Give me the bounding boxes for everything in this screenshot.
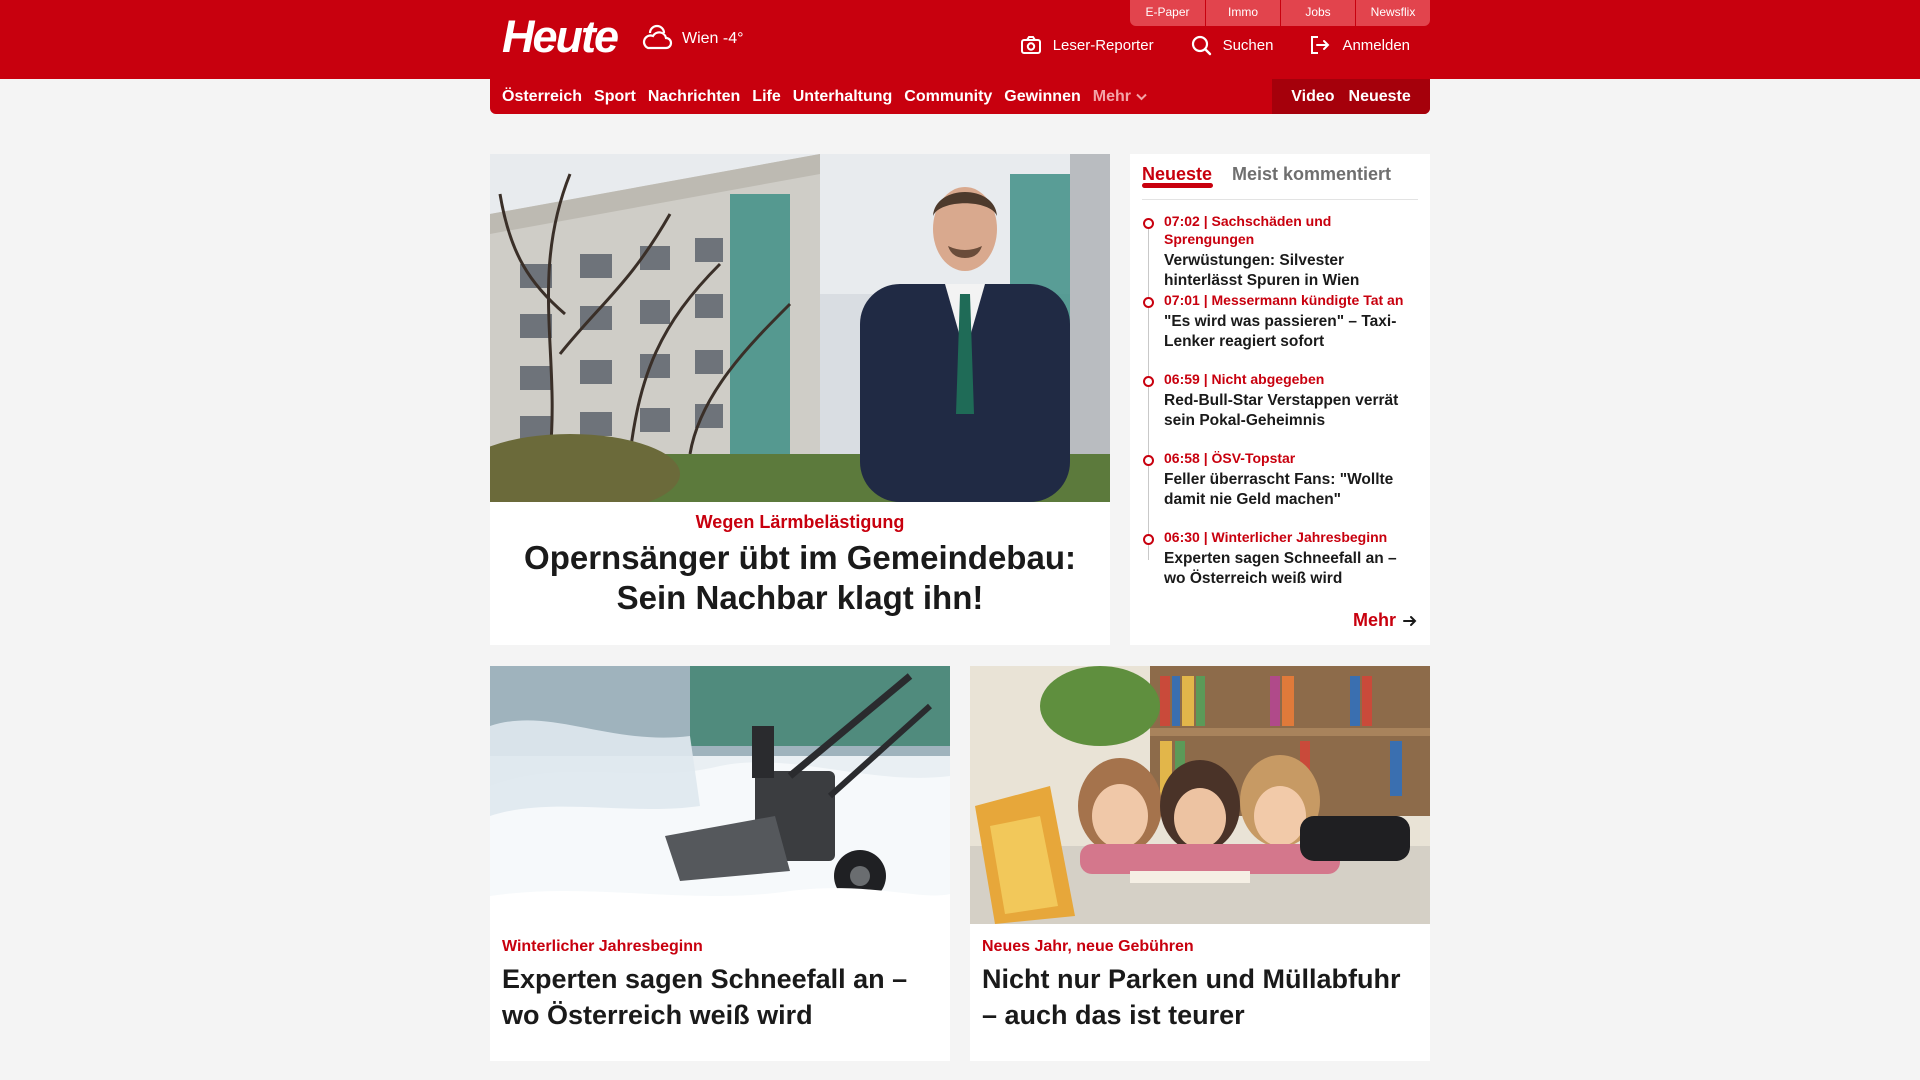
nav-video[interactable]: Video xyxy=(1291,88,1334,106)
nav-item-community[interactable]: Community xyxy=(904,88,992,106)
chevron-down-icon xyxy=(1136,93,1147,100)
list-item[interactable]: 07:01 | Messermann kündigte Tat an "Es w… xyxy=(1142,291,1418,370)
card-kicker: Winterlicher Jahresbeginn xyxy=(502,938,703,955)
tab-neueste-label: Neueste xyxy=(1142,164,1213,184)
list-item[interactable]: 06:30 | Winterlicher Jahresbeginn Expert… xyxy=(1142,528,1418,607)
item-title[interactable]: Red-Bull-Star Verstappen verrät sein Pok… xyxy=(1164,391,1418,431)
sidebar-tabs: Neueste Meist kommentiert xyxy=(1142,154,1418,200)
item-title[interactable]: "Es wird was passieren" – Taxi-Lenker re… xyxy=(1164,312,1418,352)
header-actions: Leser-Reporter Suchen Anmelden xyxy=(1020,34,1410,56)
item-meta: 06:59 | Nicht abgegeben xyxy=(1164,371,1325,387)
nav-item-nachrichten[interactable]: Nachrichten xyxy=(648,88,740,106)
login-icon xyxy=(1311,36,1330,54)
item-title[interactable]: Feller überrascht Fans: "Wollte damit ni… xyxy=(1164,470,1418,510)
item-meta: 07:02 | Sachschäden und Sprengungen xyxy=(1164,213,1332,247)
article-card-snow[interactable]: Winterlicher Jahresbeginn Experten sagen… xyxy=(490,666,950,1061)
hero-kicker: Wegen Lärmbelästigung xyxy=(695,512,905,532)
news-feed: 07:02 | Sachschäden und Sprengungen Verw… xyxy=(1142,212,1418,607)
nav-item-gewinnen[interactable]: Gewinnen xyxy=(1004,88,1080,106)
search-button[interactable]: Suchen xyxy=(1190,34,1274,56)
top-link-newsflix[interactable]: Newsflix xyxy=(1355,0,1430,26)
search-label: Suchen xyxy=(1222,36,1274,54)
active-tab-indicator xyxy=(1142,183,1213,188)
card-headline[interactable]: Nicht nur Parken und Müllabfuhr – auch d… xyxy=(982,961,1422,1033)
timeline-dot-icon xyxy=(1143,218,1154,229)
login-label: Anmelden xyxy=(1342,36,1410,54)
nav-latest[interactable]: Neueste xyxy=(1349,88,1411,106)
arrow-right-icon xyxy=(1403,615,1417,626)
article-card-fees[interactable]: Neues Jahr, neue Gebühren Nicht nur Park… xyxy=(970,666,1430,1061)
top-link-jobs[interactable]: Jobs xyxy=(1280,0,1355,26)
leser-reporter-button[interactable]: Leser-Reporter xyxy=(1020,34,1154,56)
latest-news-sidebar: Neueste Meist kommentiert 07:02 | Sachsc… xyxy=(1130,154,1430,645)
search-icon xyxy=(1191,35,1211,56)
timeline-dot-icon xyxy=(1143,297,1154,308)
hero-image[interactable] xyxy=(490,154,1110,502)
item-meta: 06:58 | ÖSV-Topstar xyxy=(1164,450,1296,466)
weather-widget[interactable]: Wien -4° xyxy=(640,24,744,54)
sidebar-more-label: Mehr xyxy=(1352,610,1396,630)
children-reading-image[interactable] xyxy=(970,666,1430,924)
nav-item-sport[interactable]: Sport xyxy=(594,88,636,106)
list-item[interactable]: 07:02 | Sachschäden und Sprengungen Verw… xyxy=(1142,212,1418,291)
site-logo[interactable]: Heute xyxy=(502,13,619,61)
snow-blower-image[interactable] xyxy=(490,666,950,924)
nav-item-life[interactable]: Life xyxy=(752,88,780,106)
hero-headline[interactable]: Opernsänger übt im Gemeindebau: Sein Nac… xyxy=(490,538,1110,618)
camera-icon xyxy=(1020,36,1041,54)
login-button[interactable]: Anmelden xyxy=(1309,34,1410,56)
cloud-sun-icon xyxy=(642,24,673,50)
leser-reporter-label: Leser-Reporter xyxy=(1052,36,1154,54)
timeline-dot-icon xyxy=(1143,534,1154,545)
nav-more-label: Mehr xyxy=(1092,87,1131,105)
item-title[interactable]: Experten sagen Schneefall an – wo Österr… xyxy=(1164,549,1418,589)
item-meta: 06:30 | Winterlicher Jahresbeginn xyxy=(1164,529,1388,545)
top-links: E-Paper Immo Jobs Newsflix xyxy=(1130,0,1430,26)
site-header: Heute Wien -4° E-Paper Immo Jobs Newsfli… xyxy=(0,0,1920,79)
sidebar-more-link[interactable]: Mehr xyxy=(1353,610,1418,631)
card-headline[interactable]: Experten sagen Schneefall an – wo Österr… xyxy=(502,961,942,1033)
timeline-dot-icon xyxy=(1143,376,1154,387)
item-title[interactable]: Verwüstungen: Silvester hinterlässt Spur… xyxy=(1164,251,1418,291)
main-navigation: Österreich Sport Nachrichten Life Unterh… xyxy=(490,79,1430,114)
timeline-dot-icon xyxy=(1143,455,1154,466)
nav-item-unterhaltung[interactable]: Unterhaltung xyxy=(793,88,893,106)
tab-meist-kommentiert[interactable]: Meist kommentiert xyxy=(1232,164,1391,185)
nav-item-oesterreich[interactable]: Österreich xyxy=(502,88,582,106)
list-item[interactable]: 06:58 | ÖSV-Topstar Feller überrascht Fa… xyxy=(1142,449,1418,528)
nav-right-group: Video Neueste xyxy=(1272,79,1430,114)
hero-article[interactable]: Wegen Lärmbelästigung Opernsänger übt im… xyxy=(490,154,1110,645)
top-link-immo[interactable]: Immo xyxy=(1205,0,1280,26)
tab-neueste[interactable]: Neueste xyxy=(1142,164,1213,188)
card-kicker: Neues Jahr, neue Gebühren xyxy=(982,938,1194,955)
top-link-epaper[interactable]: E-Paper xyxy=(1130,0,1205,26)
nav-more-dropdown[interactable]: Mehr xyxy=(1093,88,1147,106)
item-meta: 07:01 | Messermann kündigte Tat an xyxy=(1164,292,1404,308)
list-item[interactable]: 06:59 | Nicht abgegeben Red-Bull-Star Ve… xyxy=(1142,370,1418,449)
weather-text: Wien -4° xyxy=(682,30,744,47)
